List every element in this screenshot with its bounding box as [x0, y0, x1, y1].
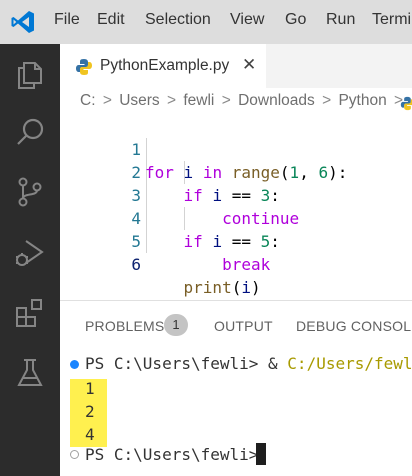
command-success-dot-icon[interactable]	[70, 360, 79, 369]
problems-count-badge: 1	[164, 314, 188, 336]
chevron-right-icon: >	[221, 92, 231, 109]
menu-go[interactable]: Go	[285, 11, 306, 29]
terminal-prompt: PS C:\Users\fewli>	[85, 445, 269, 464]
menu-bar: File Edit Selection View Go Run Termi	[0, 0, 412, 44]
menu-view[interactable]: View	[230, 11, 264, 29]
code-token: (	[231, 278, 242, 297]
terminal-output-line: 1	[85, 379, 95, 398]
terminal-line: PS C:\Users\fewli> & C:/Users/fewli/	[85, 352, 412, 375]
terminal-command-path: C:/Users/fewli/	[287, 354, 412, 373]
search-icon[interactable]	[13, 116, 47, 150]
extensions-icon[interactable]	[13, 296, 47, 330]
close-icon[interactable]: ✕	[242, 55, 256, 75]
code-token: i	[241, 278, 251, 297]
code-editor[interactable]: 1 for i in range(1, 6): 2 if i == 3: 3 c…	[60, 115, 412, 297]
chevron-right-icon: >	[102, 92, 112, 109]
explorer-icon[interactable]	[13, 58, 47, 92]
code-token: print	[183, 278, 232, 297]
menu-edit[interactable]: Edit	[97, 11, 125, 29]
command-pending-dot-icon[interactable]	[70, 450, 79, 459]
breadcrumb-item-python[interactable]: Python	[338, 92, 386, 110]
terminal-output-line: 2	[85, 402, 95, 421]
tab-problems[interactable]: PROBLEMS	[85, 318, 164, 334]
code-token: break	[222, 255, 271, 274]
tab-label: PythonExample.py	[100, 57, 230, 74]
chevron-right-icon: >	[166, 92, 177, 109]
code-line: 1 for i in range(1, 6):	[60, 115, 412, 182]
activity-bar	[0, 44, 60, 476]
testing-icon[interactable]	[13, 356, 47, 390]
tab-output[interactable]: OUTPUT	[214, 318, 273, 334]
terminal[interactable]: PS C:\Users\fewli> & C:/Users/fewli/ 1 2…	[60, 352, 412, 476]
run-debug-icon[interactable]	[13, 236, 47, 270]
breadcrumb-item-drive[interactable]: C:	[80, 92, 96, 110]
tab-pythonexample[interactable]: PythonExample.py ✕	[60, 44, 266, 88]
line-number: 6	[131, 255, 141, 274]
code-line: 5 break	[60, 207, 412, 274]
source-control-icon[interactable]	[13, 175, 47, 209]
breadcrumb: C: > Users > fewli > Downloads > Python …	[80, 92, 406, 114]
python-file-icon	[400, 96, 412, 111]
menu-selection[interactable]: Selection	[145, 11, 211, 29]
terminal-cursor	[256, 443, 266, 465]
code-line: 3 continue	[60, 161, 412, 228]
menu-file[interactable]: File	[54, 11, 80, 29]
menu-terminal[interactable]: Termi	[372, 11, 411, 29]
panel-divider	[60, 300, 412, 301]
breadcrumb-item-fewli[interactable]: fewli	[183, 92, 214, 110]
chevron-right-icon: >	[322, 92, 332, 109]
code-line: 4 if i == 5:	[60, 184, 412, 251]
editor-tab-bar: PythonExample.py ✕	[60, 44, 412, 88]
breadcrumb-item-users[interactable]: Users	[119, 92, 159, 110]
tab-debug-console[interactable]: DEBUG CONSOLE	[296, 318, 412, 334]
terminal-prompt: PS C:\Users\fewli>	[85, 354, 269, 373]
code-token: )	[250, 278, 261, 297]
terminal-token: &	[268, 354, 288, 373]
python-file-icon	[76, 59, 92, 75]
code-line: 2 if i == 3:	[60, 138, 412, 205]
code-line: 6 print(i)	[60, 230, 412, 297]
breadcrumb-item-downloads[interactable]: Downloads	[238, 92, 315, 110]
vscode-logo-icon	[11, 11, 34, 33]
menu-run[interactable]: Run	[326, 11, 355, 29]
